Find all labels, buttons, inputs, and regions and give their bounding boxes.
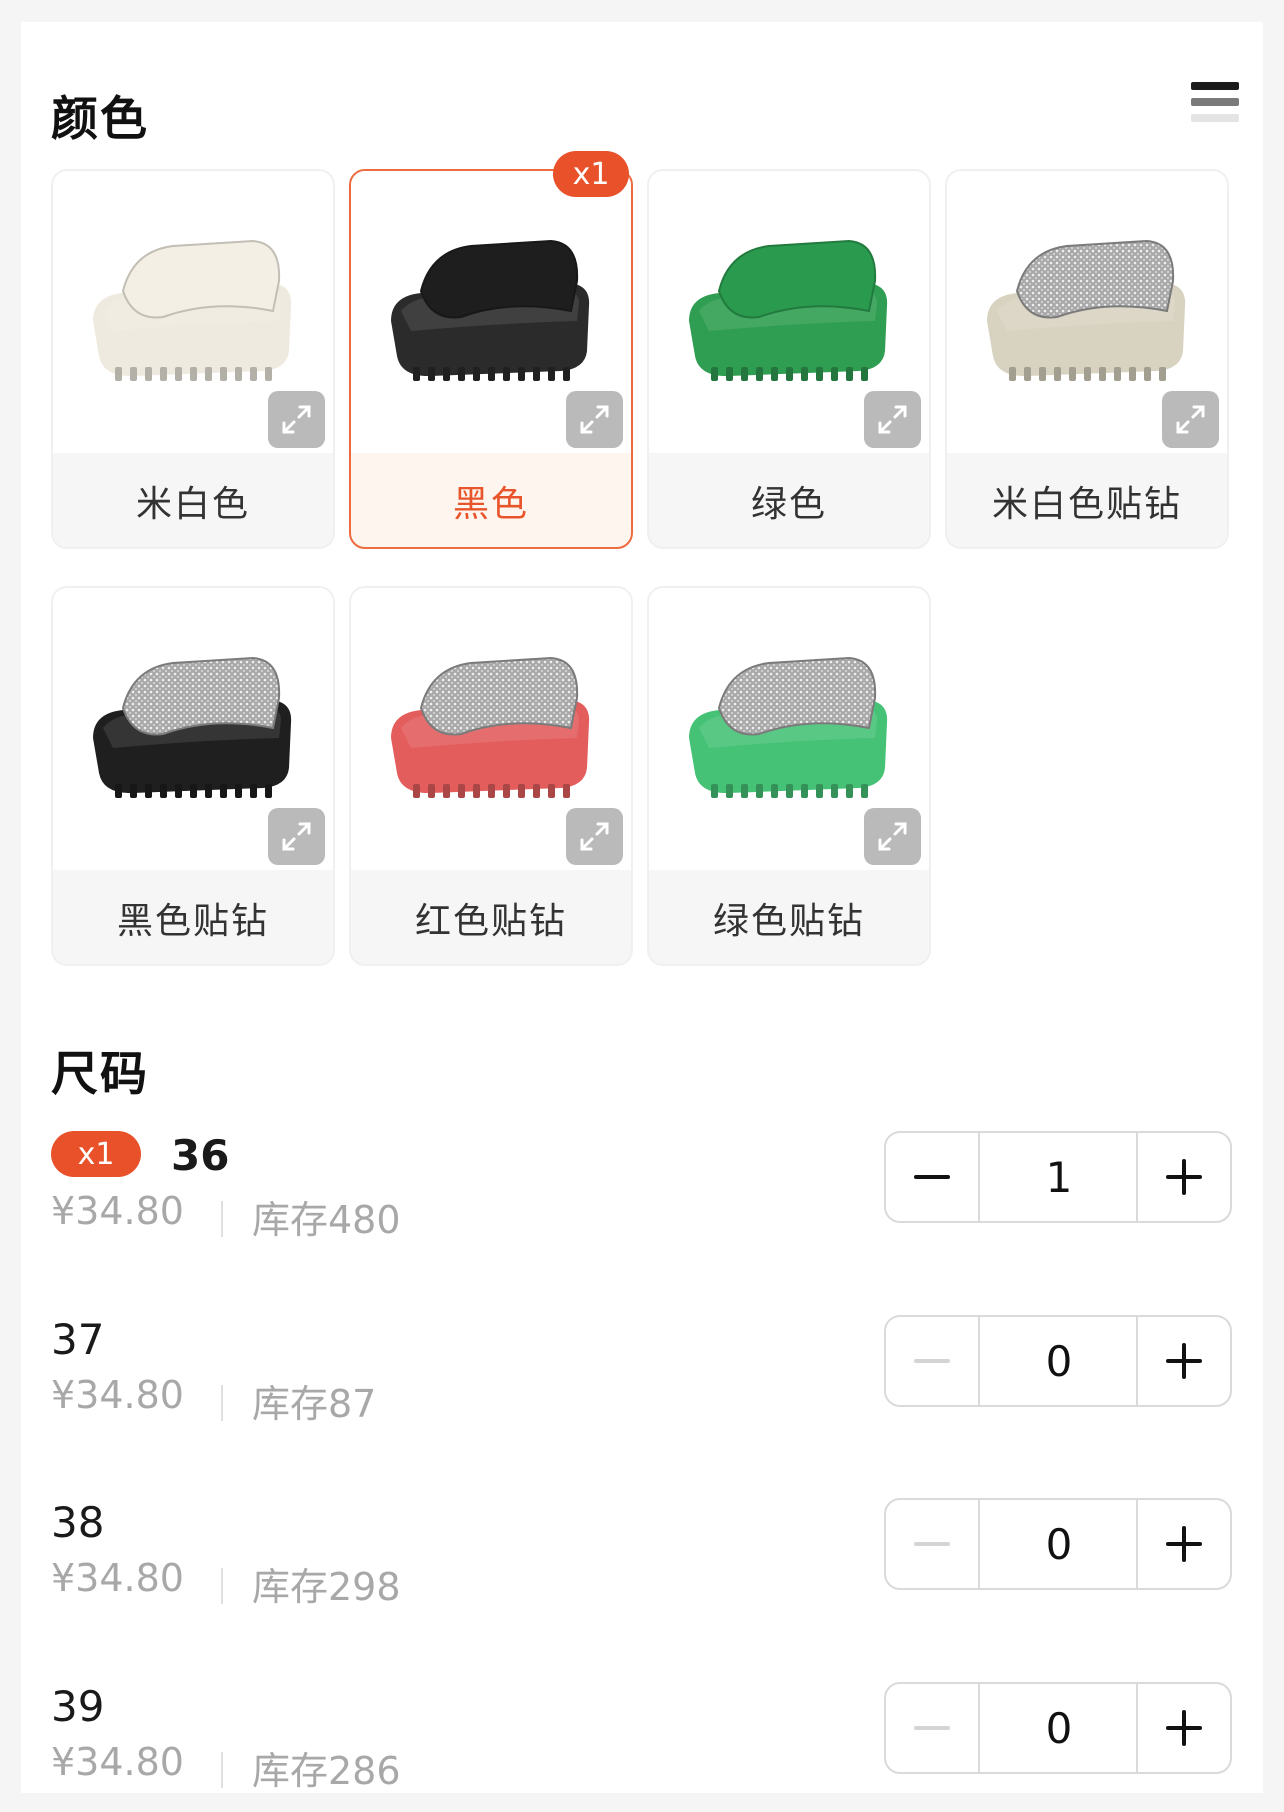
unit-price: ¥34.80	[51, 1373, 184, 1417]
color-section-title: 颜色	[51, 92, 149, 147]
quantity-value[interactable]: 0	[980, 1684, 1138, 1772]
increase-button[interactable]	[1136, 1500, 1230, 1588]
decrease-button[interactable]	[886, 1133, 980, 1221]
expand-icon[interactable]	[268, 391, 325, 448]
decrease-button[interactable]	[886, 1500, 980, 1588]
decrease-button[interactable]	[886, 1684, 980, 1772]
decrease-button[interactable]	[886, 1317, 980, 1405]
increase-button[interactable]	[1136, 1317, 1230, 1405]
expand-icon[interactable]	[864, 808, 921, 865]
minus-icon	[914, 1175, 950, 1179]
expand-icon[interactable]	[566, 391, 623, 448]
quantity-stepper: 0	[884, 1315, 1232, 1407]
size-label: 36	[171, 1131, 230, 1180]
increase-button[interactable]	[1136, 1133, 1230, 1221]
list-view-icon[interactable]	[1191, 82, 1239, 132]
size-row-37: 37 ¥34.80 库存87 0	[51, 1315, 1235, 1445]
size-row-38: 38 ¥34.80 库存298 0	[51, 1498, 1235, 1628]
unit-price: ¥34.80	[51, 1740, 184, 1784]
quantity-value[interactable]: 0	[980, 1500, 1138, 1588]
expand-icon[interactable]	[864, 391, 921, 448]
quantity-stepper: 0	[884, 1682, 1232, 1774]
color-option-label: 绿色贴钻	[712, 901, 865, 942]
color-option-1[interactable]: 黑色 x1	[349, 151, 633, 549]
increase-button[interactable]	[1136, 1684, 1230, 1772]
size-label: 38	[51, 1498, 105, 1547]
size-label: 39	[51, 1682, 105, 1731]
stock-count: 库存298	[252, 1565, 401, 1609]
stock-count: 库存87	[252, 1382, 377, 1426]
unit-price: ¥34.80	[51, 1556, 184, 1600]
size-label: 37	[51, 1315, 105, 1364]
color-option-label: 米白色	[135, 484, 250, 525]
minus-icon	[914, 1542, 950, 1546]
expand-icon[interactable]	[1162, 391, 1219, 448]
size-count-badge: x1	[51, 1131, 141, 1177]
color-option-5[interactable]: 红色贴钻	[349, 586, 633, 966]
quantity-stepper: 1	[884, 1131, 1232, 1223]
color-option-label: 绿色	[750, 484, 827, 525]
color-option-6[interactable]: 绿色贴钻	[647, 586, 931, 966]
divider	[221, 1385, 223, 1421]
minus-icon	[914, 1359, 950, 1363]
expand-icon[interactable]	[268, 808, 325, 865]
divider	[221, 1752, 223, 1788]
unit-price: ¥34.80	[51, 1189, 184, 1233]
expand-icon[interactable]	[566, 808, 623, 865]
size-section-title: 尺码	[51, 1047, 149, 1102]
stock-count: 库存480	[252, 1198, 401, 1242]
color-option-label: 黑色	[452, 484, 529, 525]
size-row-36: x1 36 ¥34.80 库存480 1	[51, 1131, 1235, 1261]
color-option-label: 米白色贴钻	[991, 484, 1182, 525]
quantity-value[interactable]: 0	[980, 1317, 1138, 1405]
color-option-4[interactable]: 黑色贴钻	[51, 586, 335, 966]
color-option-2[interactable]: 绿色	[647, 169, 931, 549]
stock-count: 库存286	[252, 1749, 401, 1793]
quantity-stepper: 0	[884, 1498, 1232, 1590]
color-option-label: 红色贴钻	[414, 901, 567, 942]
divider	[221, 1201, 223, 1237]
color-option-3[interactable]: 米白色贴钻	[945, 169, 1229, 549]
divider	[221, 1568, 223, 1604]
selected-count-badge: x1	[553, 151, 629, 197]
minus-icon	[914, 1726, 950, 1730]
color-option-label: 黑色贴钻	[116, 901, 269, 942]
quantity-value[interactable]: 1	[980, 1133, 1138, 1221]
color-option-0[interactable]: 米白色	[51, 169, 335, 549]
